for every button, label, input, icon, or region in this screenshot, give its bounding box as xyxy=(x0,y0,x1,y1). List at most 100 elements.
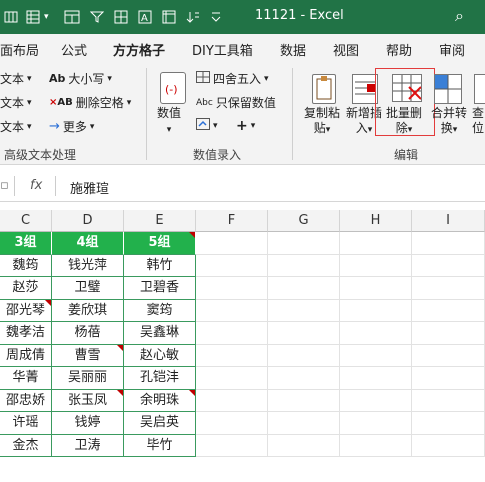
name-cell[interactable]: 卫涛 xyxy=(52,434,124,457)
formula-input[interactable]: 施雅瑄 xyxy=(70,178,109,197)
name-cell[interactable]: 吴丽丽 xyxy=(52,367,124,390)
tab-page-layout[interactable]: 面布局 xyxy=(0,40,39,59)
empty-cell[interactable] xyxy=(340,254,412,277)
name-cell[interactable]: 华菁 xyxy=(0,367,52,390)
empty-cell[interactable] xyxy=(268,277,340,300)
col-header-f[interactable]: F xyxy=(196,210,268,232)
text-icon[interactable]: A xyxy=(138,8,152,26)
tab-view[interactable]: 视图 xyxy=(333,40,359,59)
empty-cell[interactable] xyxy=(340,389,412,412)
group-header-cell[interactable]: 3组 xyxy=(0,232,52,255)
remove-spaces-button[interactable]: ×AB 删除空格 ▾ xyxy=(49,94,131,111)
sheet-icon[interactable] xyxy=(114,8,128,26)
empty-cell[interactable] xyxy=(412,367,485,390)
batch-delete-button[interactable]: 批量删 除▾ xyxy=(386,106,422,138)
empty-cell[interactable] xyxy=(268,389,340,412)
empty-cell[interactable] xyxy=(412,299,485,322)
name-cell[interactable]: 魏孝洁 xyxy=(0,322,52,345)
empty-cell[interactable] xyxy=(268,299,340,322)
col-header-i[interactable]: I xyxy=(412,210,485,232)
merge-convert-button[interactable]: 合并转 换▾ xyxy=(431,106,467,138)
empty-cell[interactable] xyxy=(268,254,340,277)
empty-cell[interactable] xyxy=(412,322,485,345)
name-cell[interactable]: 许瑶 xyxy=(0,412,52,435)
spreadsheet-icon[interactable] xyxy=(4,8,18,26)
case-button[interactable]: Ab 大小写 ▾ xyxy=(49,70,112,87)
tab-help[interactable]: 帮助 xyxy=(386,40,412,59)
group-header-cell[interactable]: 5组 xyxy=(124,232,196,255)
batch-delete-icon[interactable] xyxy=(392,74,422,102)
empty-cell[interactable] xyxy=(412,412,485,435)
tab-review[interactable]: 审阅 xyxy=(439,40,465,59)
copy-paste-button[interactable]: 复制粘 贴▾ xyxy=(304,106,340,138)
merge-convert-icon[interactable] xyxy=(434,74,462,104)
name-cell[interactable]: 姜欣琪 xyxy=(52,299,124,322)
empty-cell[interactable] xyxy=(340,322,412,345)
name-cell[interactable]: 余明珠 xyxy=(124,389,196,412)
name-cell[interactable]: 吴启英 xyxy=(124,412,196,435)
empty-cell[interactable] xyxy=(196,344,268,367)
keep-values-button[interactable]: Abc 只保留数值 xyxy=(196,94,276,111)
name-cell[interactable]: 曹雪 xyxy=(52,344,124,367)
name-cell[interactable]: 杨蓓 xyxy=(52,322,124,345)
name-cell[interactable]: 孔铠沣 xyxy=(124,367,196,390)
number-button[interactable]: 数值 ▾ xyxy=(157,106,181,138)
copy-paste-icon[interactable] xyxy=(312,74,336,104)
tab-fangfang-gezi[interactable]: 方方格子 xyxy=(113,40,166,65)
empty-cell[interactable] xyxy=(268,412,340,435)
name-cell[interactable]: 窦筠 xyxy=(124,299,196,322)
empty-cell[interactable] xyxy=(340,299,412,322)
name-cell[interactable]: 钱光萍 xyxy=(52,254,124,277)
sort-icon[interactable] xyxy=(186,8,200,26)
col-header-d[interactable]: D xyxy=(52,210,124,232)
empty-cell[interactable] xyxy=(196,367,268,390)
more-button[interactable]: → 更多 ▾ xyxy=(49,118,94,135)
group-header-cell[interactable]: 4组 xyxy=(52,232,124,255)
name-cell[interactable]: 邵忠娇 xyxy=(0,389,52,412)
add-button[interactable]: + ▾ xyxy=(236,118,255,134)
name-cell[interactable]: 赵心敏 xyxy=(124,344,196,367)
name-cell[interactable]: 韩竹 xyxy=(124,254,196,277)
round-button[interactable]: 四舍五入 ▾ xyxy=(196,70,269,87)
empty-cell[interactable] xyxy=(196,232,268,255)
text-left-item-3[interactable]: 文本 ▾ xyxy=(0,118,32,135)
text-left-item-2[interactable]: 文本 ▾ xyxy=(0,94,32,111)
pivot-icon[interactable] xyxy=(162,8,176,26)
empty-cell[interactable] xyxy=(340,344,412,367)
lookup-button[interactable]: 查 位 xyxy=(472,106,484,136)
empty-cell[interactable] xyxy=(196,412,268,435)
name-cell[interactable]: 邵光琴 xyxy=(0,299,52,322)
empty-cell[interactable] xyxy=(340,434,412,457)
col-header-c[interactable]: C xyxy=(0,210,52,232)
filter-icon[interactable] xyxy=(90,8,104,26)
tab-formulas[interactable]: 公式 xyxy=(61,40,87,59)
empty-cell[interactable] xyxy=(268,232,340,255)
name-cell[interactable]: 卫璧 xyxy=(52,277,124,300)
empty-cell[interactable] xyxy=(268,344,340,367)
empty-cell[interactable] xyxy=(340,232,412,255)
empty-cell[interactable] xyxy=(412,344,485,367)
tab-data[interactable]: 数据 xyxy=(280,40,306,59)
empty-cell[interactable] xyxy=(196,254,268,277)
empty-cell[interactable] xyxy=(196,299,268,322)
empty-cell[interactable] xyxy=(340,277,412,300)
grid-icon[interactable] xyxy=(26,8,40,26)
col-header-g[interactable]: G xyxy=(268,210,340,232)
number-icon[interactable]: (-) xyxy=(160,72,186,104)
empty-cell[interactable] xyxy=(412,389,485,412)
empty-cell[interactable] xyxy=(196,277,268,300)
col-header-h[interactable]: H xyxy=(340,210,412,232)
dropdown-icon[interactable]: ▾ xyxy=(44,8,49,26)
name-cell[interactable]: 卫碧香 xyxy=(124,277,196,300)
col-header-e[interactable]: E xyxy=(124,210,196,232)
search-icon[interactable]: ⌕ xyxy=(455,6,464,26)
name-cell[interactable]: 金杰 xyxy=(0,434,52,457)
empty-cell[interactable] xyxy=(412,232,485,255)
tab-diy-toolbox[interactable]: DIY工具箱 xyxy=(192,40,253,59)
empty-cell[interactable] xyxy=(268,322,340,345)
empty-cell[interactable] xyxy=(412,277,485,300)
name-cell[interactable]: 赵莎 xyxy=(0,277,52,300)
empty-cell[interactable] xyxy=(268,434,340,457)
name-cell[interactable]: 张玉凤 xyxy=(52,389,124,412)
fx-icon[interactable]: fx xyxy=(30,178,42,193)
